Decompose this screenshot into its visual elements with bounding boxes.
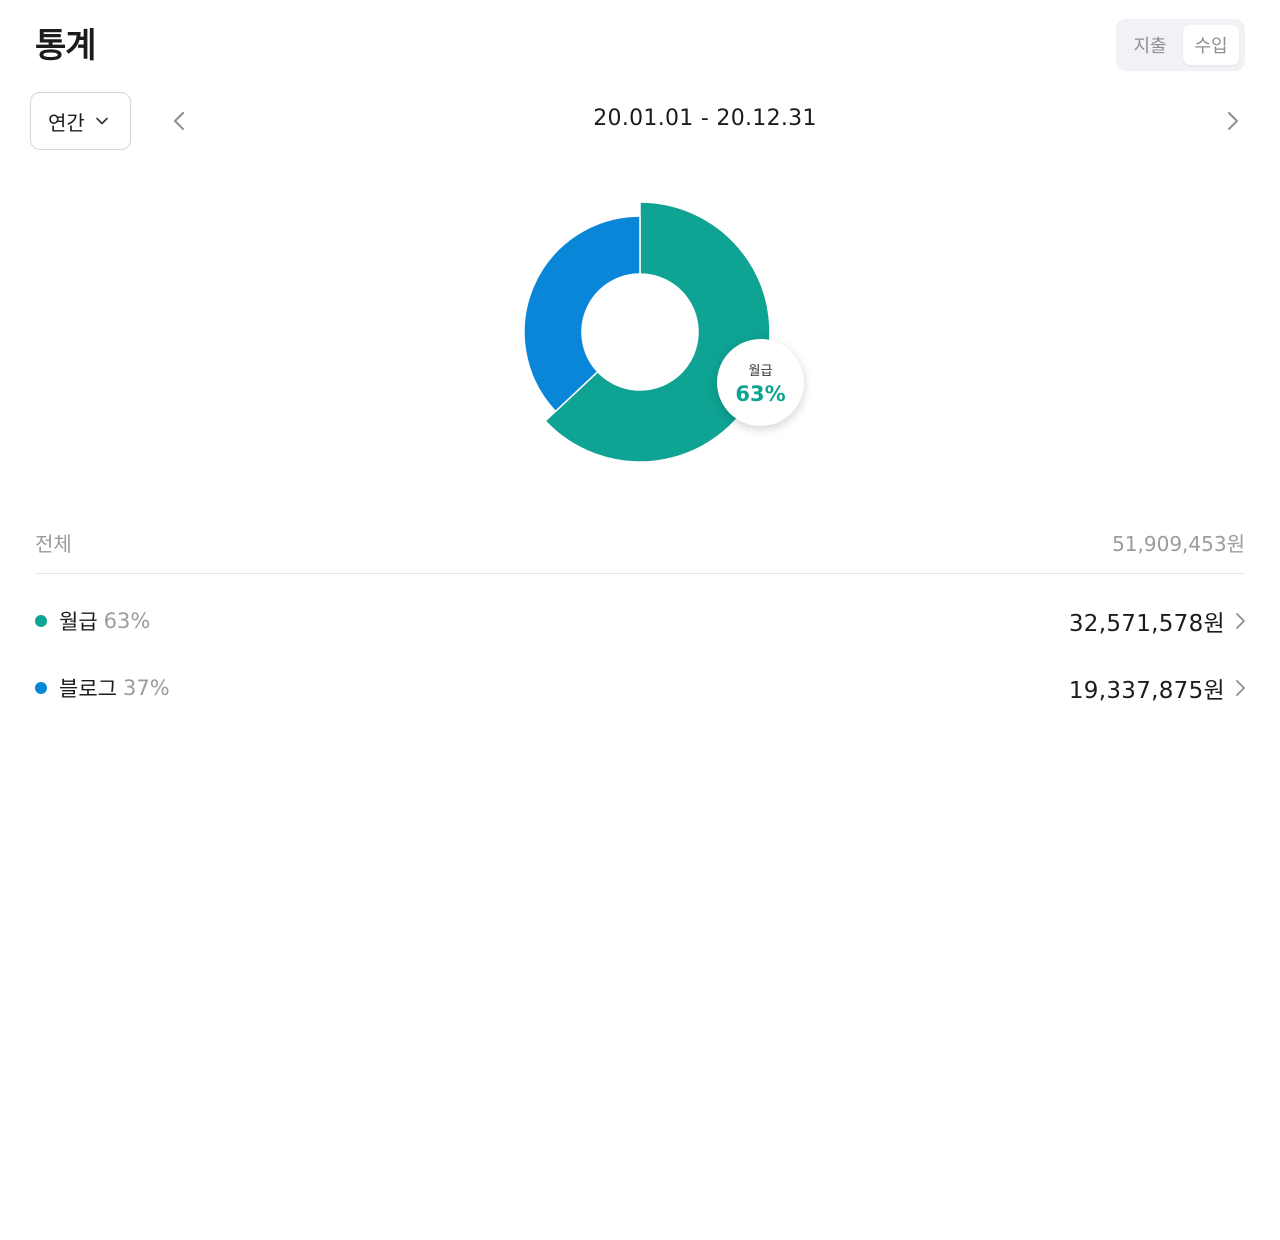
category-name: 블로그 bbox=[59, 677, 117, 701]
prev-period-button[interactable] bbox=[166, 108, 192, 134]
legend-dot bbox=[35, 615, 47, 627]
divider bbox=[35, 573, 1245, 574]
category-row-blog[interactable]: 블로그 37% 19,337,875원 bbox=[35, 668, 1247, 708]
category-row-salary[interactable]: 월급 63% 32,571,578원 bbox=[35, 601, 1247, 641]
donut-slice-1[interactable] bbox=[523, 215, 641, 413]
chevron-right-icon bbox=[1236, 613, 1245, 629]
chevron-right-icon bbox=[1228, 112, 1238, 130]
donut-chart bbox=[500, 190, 820, 480]
chart-tooltip: 월급 63% bbox=[717, 339, 804, 426]
category-percent: 63% bbox=[103, 609, 151, 633]
donut-chart-svg bbox=[523, 201, 771, 463]
total-label: 전체 bbox=[35, 531, 72, 556]
total-amount: 51,909,453원 bbox=[1112, 531, 1245, 556]
total-row: 전체 51,909,453원 bbox=[35, 524, 1245, 560]
category-name: 월급 bbox=[59, 610, 98, 634]
chevron-left-icon bbox=[174, 112, 184, 130]
tooltip-label: 월급 bbox=[748, 363, 773, 379]
period-select[interactable]: 연간 bbox=[30, 92, 131, 150]
chevron-right-icon bbox=[1236, 680, 1245, 696]
tab-expense[interactable]: 지출 bbox=[1122, 25, 1178, 65]
category-amount: 19,337,875원 bbox=[1068, 678, 1225, 704]
chevron-down-icon bbox=[96, 117, 108, 125]
category-percent: 37% bbox=[122, 676, 170, 700]
tooltip-value: 63% bbox=[735, 381, 786, 406]
category-amount: 32,571,578원 bbox=[1068, 611, 1225, 637]
next-period-button[interactable] bbox=[1220, 108, 1246, 134]
date-range: 20.01.01 - 20.12.31 bbox=[593, 106, 817, 131]
page-title: 통계 bbox=[35, 26, 97, 66]
legend-dot bbox=[35, 682, 47, 694]
expense-income-toggle: 지출 수입 bbox=[1116, 19, 1245, 71]
tab-income[interactable]: 수입 bbox=[1183, 25, 1239, 65]
period-select-label: 연간 bbox=[48, 110, 85, 135]
